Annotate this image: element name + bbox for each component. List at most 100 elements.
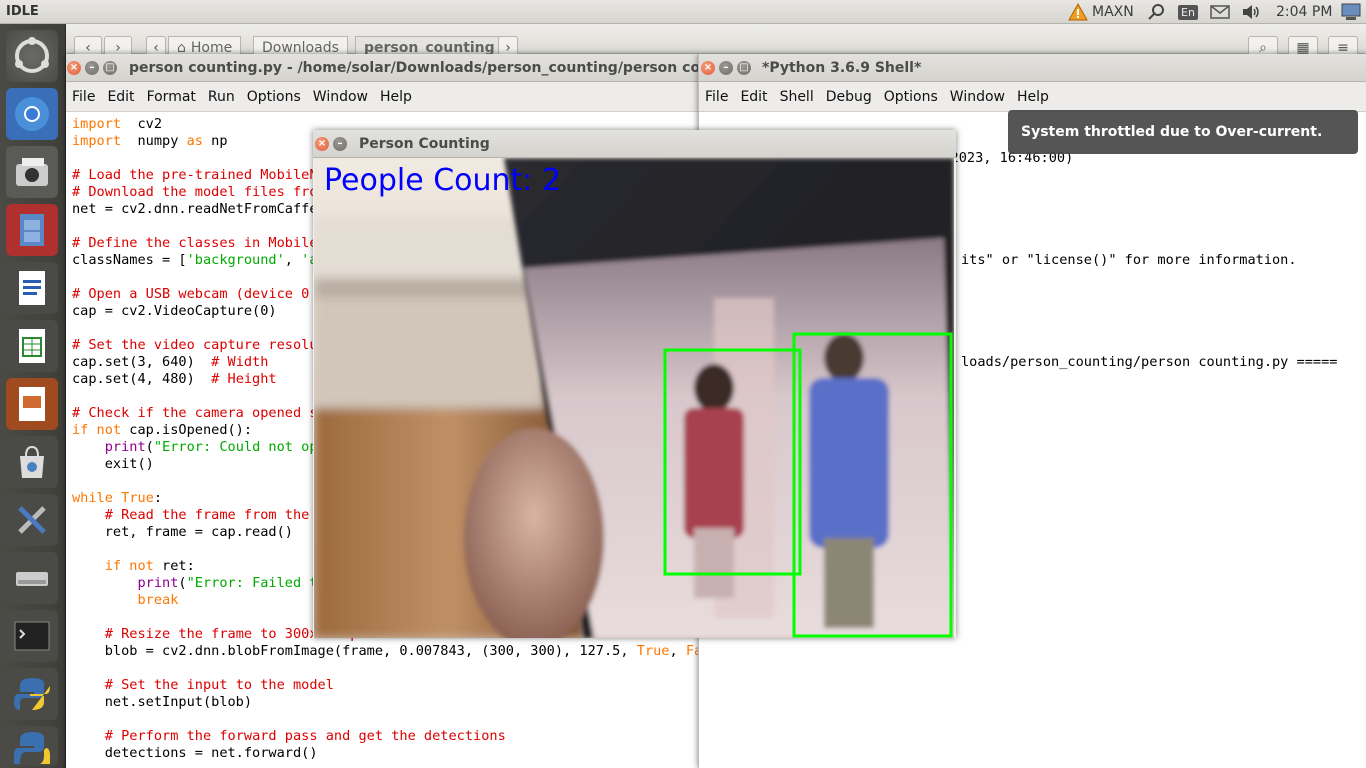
impress-icon[interactable] <box>6 378 58 430</box>
code-token: # Download the model files fro <box>72 184 318 200</box>
system-menu-icon[interactable] <box>1340 3 1362 21</box>
minimize-icon[interactable]: – <box>85 61 99 75</box>
code-token: print <box>104 439 146 455</box>
code-token: blob = cv2.dnn.blobFromImage(frame, 0.00… <box>72 643 637 659</box>
code-token: if not <box>104 558 154 574</box>
code-token: : <box>153 490 163 506</box>
drive-icon[interactable] <box>6 552 58 604</box>
close-icon[interactable]: × <box>701 61 715 75</box>
menu-shell[interactable]: Shell <box>774 89 820 105</box>
python-idle-icon[interactable] <box>6 726 58 766</box>
code-token: break <box>137 592 179 608</box>
volume-icon[interactable] <box>1241 3 1261 21</box>
code-token: # Set the video capture resolu <box>72 337 318 353</box>
code-token: ret, frame = cap.read() <box>72 524 293 540</box>
network-icon[interactable] <box>1146 3 1166 21</box>
launcher <box>0 24 66 768</box>
code-token: # Define the classes in Mobile <box>72 235 318 251</box>
menu-edit[interactable]: Edit <box>734 89 773 105</box>
editor-titlebar[interactable]: × – □ person counting.py - /home/solar/D… <box>66 54 751 82</box>
code-token: ( <box>145 439 154 455</box>
camera-feed: People Count: 2 <box>314 158 954 638</box>
shotwell-icon[interactable] <box>6 146 58 198</box>
close-icon[interactable]: × <box>67 61 81 75</box>
menu-edit[interactable]: Edit <box>101 89 140 105</box>
maximize-icon[interactable]: □ <box>737 61 751 75</box>
settings-icon[interactable] <box>6 494 58 546</box>
code-token: # Height <box>211 371 277 387</box>
code-line: net.setInput(blob) <box>72 694 698 711</box>
power-mode-indicator[interactable]: MAXN <box>1068 3 1134 21</box>
menu-options[interactable]: Options <box>878 89 944 105</box>
code-token: 'background' <box>186 252 285 268</box>
writer-icon[interactable] <box>6 262 58 314</box>
shell-titlebar[interactable]: × – □ *Python 3.6.9 Shell* <box>699 54 1366 82</box>
top-panel: IDLE MAXN En 2:04 PM <box>0 0 1366 24</box>
code-token: exit() <box>72 456 154 472</box>
code-line: # Set the input to the model <box>72 677 698 694</box>
code-token: while <box>72 490 113 506</box>
camera-title: Person Counting <box>359 136 490 152</box>
clock[interactable]: 2:04 PM <box>1276 3 1332 21</box>
shell-menubar: File Edit Shell Debug Options Window Help <box>699 82 1366 112</box>
active-app-name: IDLE <box>6 4 39 19</box>
maximize-icon[interactable]: □ <box>103 61 117 75</box>
calc-icon[interactable] <box>6 320 58 372</box>
chromium-icon[interactable] <box>6 88 58 140</box>
menu-help[interactable]: Help <box>374 89 418 105</box>
editor-menubar: File Edit Format Run Options Window Help <box>66 82 698 112</box>
menu-debug[interactable]: Debug <box>820 89 878 105</box>
menu-file[interactable]: File <box>699 89 734 105</box>
file-manager-icon[interactable] <box>6 204 58 256</box>
menu-format[interactable]: Format <box>141 89 202 105</box>
software-center-icon[interactable] <box>6 436 58 488</box>
code-token: classNames = [ <box>72 252 187 268</box>
file-manager-toolbar: ‹ › ‹ ⌂ Home Downloads person_counting › … <box>66 24 1366 60</box>
code-token: cap.set(4, 480) <box>72 371 212 387</box>
minimize-icon[interactable]: – <box>333 137 347 151</box>
code-token: as <box>186 133 203 149</box>
menu-file[interactable]: File <box>66 89 101 105</box>
code-token: "Error: Failed t <box>186 575 318 591</box>
keyboard-layout-indicator[interactable]: En <box>1178 3 1198 21</box>
shell-title: *Python 3.6.9 Shell* <box>762 60 922 76</box>
code-token: cap.isOpened(): <box>121 422 253 438</box>
terminal-icon[interactable] <box>6 610 58 662</box>
code-token: np <box>202 133 228 149</box>
code-line: # Perform the forward pass and get the d… <box>72 728 698 745</box>
people-count-overlay: People Count: 2 <box>324 163 561 198</box>
minimize-icon[interactable]: – <box>719 61 733 75</box>
code-token: , <box>284 252 302 268</box>
power-mode-label: MAXN <box>1092 4 1134 20</box>
python-icon[interactable] <box>6 668 58 720</box>
code-token: Fal <box>685 643 698 659</box>
menu-options[interactable]: Options <box>241 89 307 105</box>
menu-window[interactable]: Window <box>307 89 374 105</box>
code-token: ret: <box>153 558 195 574</box>
code-token: net.setInput(blob) <box>72 694 253 710</box>
code-token: numpy <box>121 133 187 149</box>
code-token: cap = cv2.VideoCapture(0) <box>72 303 277 319</box>
menu-help[interactable]: Help <box>1011 89 1055 105</box>
dash-icon[interactable] <box>6 30 58 82</box>
code-line: detections = net.forward() <box>72 745 698 762</box>
code-line: blob = cv2.dnn.blobFromImage(frame, 0.00… <box>72 643 698 660</box>
code-token: True <box>121 490 154 506</box>
menu-run[interactable]: Run <box>202 89 241 105</box>
clock-time: 2:04 PM <box>1276 4 1333 20</box>
warning-icon <box>1068 3 1088 21</box>
camera-window: × – Person Counting People Count: 2 <box>313 130 956 638</box>
camera-titlebar[interactable]: × – Person Counting <box>313 130 956 158</box>
keyboard-layout-label: En <box>1178 4 1198 20</box>
mail-icon[interactable] <box>1210 3 1230 21</box>
menu-window[interactable]: Window <box>944 89 1011 105</box>
close-icon[interactable]: × <box>315 137 329 151</box>
notification-bubble: System throttled due to Over-current. <box>1008 110 1358 154</box>
